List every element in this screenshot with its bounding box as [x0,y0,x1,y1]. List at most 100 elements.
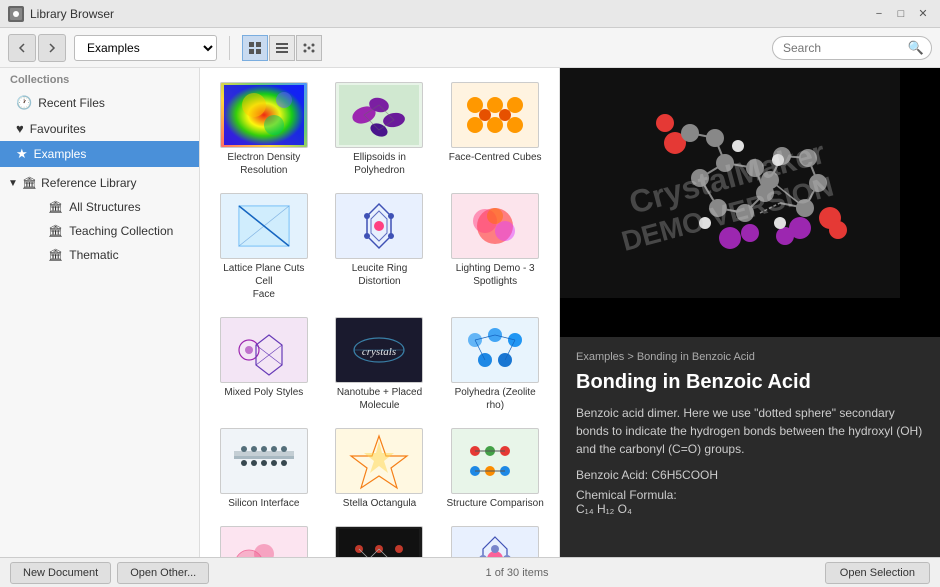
grid-item-lighting[interactable]: Lighting Demo - 3Spotlights [441,189,549,305]
svg-text:crystals: crystals [362,346,396,358]
sidebar-item-thematic[interactable]: 🏛 Thematic [20,243,199,267]
thumb-silicon [220,428,308,494]
grid-view-button[interactable] [242,35,268,61]
label-stella: Stella Octangula [343,497,416,510]
grid-panel: Electron DensityResolution Ellipsoids in… [200,68,560,557]
content-area: Electron DensityResolution Ellipsoids in… [200,68,940,557]
grid-item-structure[interactable]: Structure Comparison [441,424,549,514]
heart-icon: ♥ [16,121,24,136]
thumb-translucent [220,526,308,557]
item-count: 1 of 30 items [486,567,549,579]
back-button[interactable] [8,34,36,62]
chem-formula-label: Chemical Formula: [576,488,677,502]
search-icon: 🔍 [908,40,924,56]
molecule-preview: CrystalMaker DEMO VERSION [560,68,900,298]
thumb-lighting [451,193,539,259]
grid-item-nanotube[interactable]: crystals Nanotube + PlacedMolecule [326,313,434,416]
new-document-button[interactable]: New Document [10,562,111,584]
detail-benzoic-acid: Benzoic Acid: C6H5COOH [576,468,924,482]
thumb-leucite [335,193,423,259]
label-lattice: Lattice Plane Cuts CellFace [214,262,314,301]
open-other-button[interactable]: Open Other... [117,562,209,584]
thumb-electron-density [220,82,308,148]
window-title: Library Browser [30,7,114,21]
window-controls: − □ ✕ [870,5,932,23]
label-polyhedra: Polyhedra (Zeolite rho) [445,386,545,412]
collection-dropdown[interactable]: Examples Reference Library Teaching Coll… [74,35,217,61]
grid-item-stella[interactable]: Stella Octangula [326,424,434,514]
clock-icon: 🕐 [16,95,32,111]
sidebar-children: 🏛 All Structures 🏛 Teaching Collection 🏛… [0,195,199,267]
separator-1 [229,36,230,60]
grid-item-mixed-poly[interactable]: Mixed Poly Styles [210,313,318,416]
main-layout: Collections 🕐 Recent Files ♥ Favourites … [0,68,940,557]
list-view-button[interactable] [269,35,295,61]
examples-label: Examples [34,147,87,161]
thumb-lattice [220,193,308,259]
minimize-button[interactable]: − [870,5,888,23]
pillars-icon-1: 🏛 [48,200,63,214]
forward-button[interactable] [38,34,66,62]
open-selection-button[interactable]: Open Selection [825,562,930,584]
grid-item-face-centred[interactable]: Face-Centred Cubes [441,78,549,181]
recent-files-label: Recent Files [38,96,105,110]
label-ellipsoids: Ellipsoids in Polyhedron [330,151,430,177]
all-structures-label: All Structures [69,200,140,214]
close-button[interactable]: ✕ [914,5,932,23]
detail-image: CrystalMaker DEMO VERSION [560,68,940,337]
pillars-icon-2: 🏛 [48,224,63,238]
label-mixed-poly: Mixed Poly Styles [224,386,303,399]
label-electron-density: Electron DensityResolution [227,151,300,177]
pillars-icon-3: 🏛 [48,248,63,262]
grid-item-ellipsoids[interactable]: Ellipsoids in Polyhedron [326,78,434,181]
sidebar-item-reference-library[interactable]: ▼ 🏛 Reference Library [0,171,199,195]
sidebar-item-teaching[interactable]: 🏛 Teaching Collection [20,219,199,243]
grid-item-electron-density[interactable]: Electron DensityResolution [210,78,318,181]
label-lighting: Lighting Demo - 3Spotlights [456,262,535,288]
detail-info: Examples > Bonding in Benzoic Acid Bondi… [560,337,940,557]
maximize-button[interactable]: □ [892,5,910,23]
grid-item-vector[interactable]: Vector Fantasia [326,522,434,557]
app-icon [8,6,24,22]
label-structure: Structure Comparison [447,497,544,510]
toolbar: Examples Reference Library Teaching Coll… [0,28,940,68]
grid-item-zeolite[interactable]: Zeolite + Benzene [441,522,549,557]
label-silicon: Silicon Interface [228,497,299,510]
detail-title: Bonding in Benzoic Acid [576,371,924,394]
library-icon: 🏛 [22,176,37,190]
grid-item-leucite[interactable]: Leucite Ring Distortion [326,189,434,305]
status-left-buttons: New Document Open Other... [10,562,209,584]
star-icon: ★ [16,146,28,162]
sidebar-item-all-structures[interactable]: 🏛 All Structures [20,195,199,219]
grid-item-silicon[interactable]: Silicon Interface [210,424,318,514]
thumb-structure [451,428,539,494]
thumb-vector [335,526,423,557]
chem-formula-value: C₁₄ H₁₂ O₄ [576,502,632,516]
detail-breadcrumb: Examples > Bonding in Benzoic Acid [576,351,924,363]
thumb-nanotube: crystals [335,317,423,383]
grid-item-translucent[interactable]: Translucent Unit Cell [210,522,318,557]
grid-item-polyhedra[interactable]: Polyhedra (Zeolite rho) [441,313,549,416]
thumb-mixed-poly [220,317,308,383]
detail-panel: CrystalMaker DEMO VERSION Examples > Bon… [560,68,940,557]
collections-header: Collections [0,68,199,90]
sidebar-item-recent-files[interactable]: 🕐 Recent Files [0,90,199,116]
thumb-stella [335,428,423,494]
detail-description: Benzoic acid dimer. Here we use "dotted … [576,404,924,458]
grid-item-lattice[interactable]: Lattice Plane Cuts CellFace [210,189,318,305]
title-bar: Library Browser − □ ✕ [0,0,940,28]
detail-chem-formula-label: Chemical Formula: C₁₄ H₁₂ O₄ [576,488,924,516]
search-wrapper: 🔍 [330,36,932,60]
nav-buttons [8,34,66,62]
thumb-ellipsoids [335,82,423,148]
arrange-view-button[interactable] [296,35,322,61]
sidebar-item-favourites[interactable]: ♥ Favourites [0,116,199,141]
favourites-label: Favourites [30,122,86,136]
sidebar-item-examples[interactable]: ★ Examples [0,141,199,167]
thumb-polyhedra [451,317,539,383]
thematic-label: Thematic [69,248,118,262]
label-nanotube: Nanotube + PlacedMolecule [337,386,422,412]
chevron-down-icon: ▼ [8,178,18,189]
thumb-zeolite [451,526,539,557]
label-leucite: Leucite Ring Distortion [330,262,430,288]
